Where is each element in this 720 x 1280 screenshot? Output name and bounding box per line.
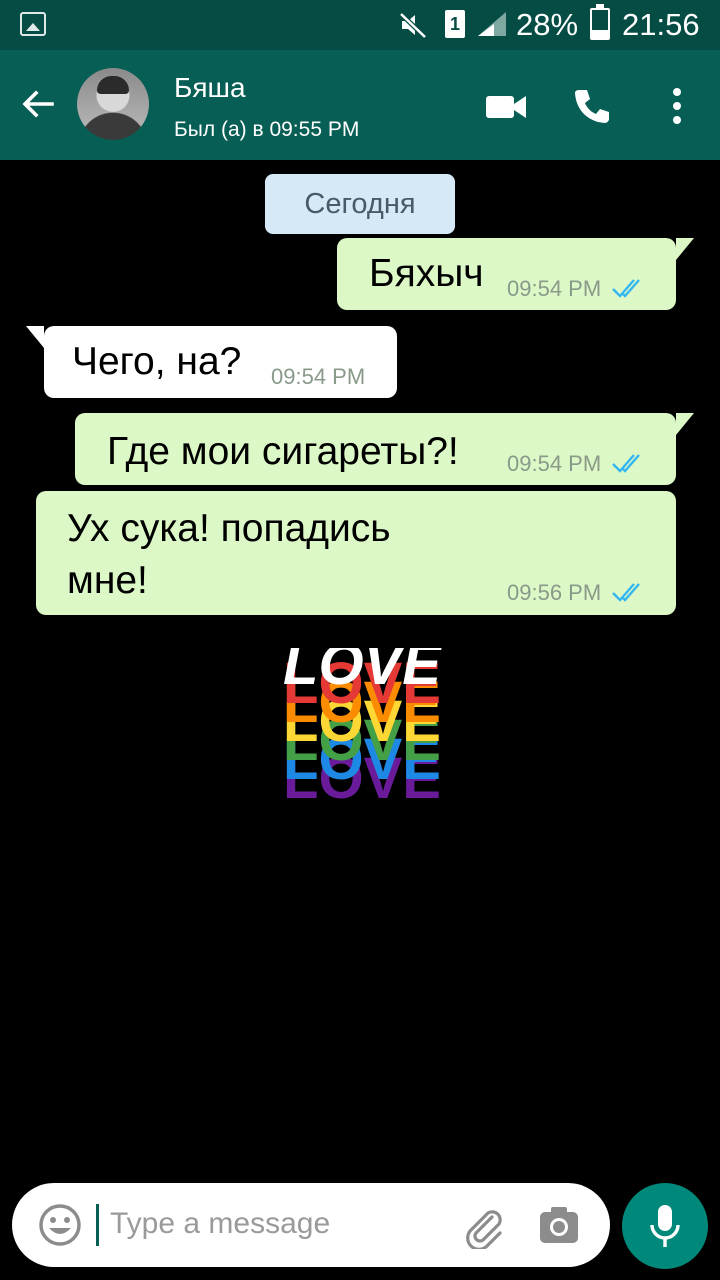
message-time: 09:54 PM xyxy=(507,451,602,476)
battery-percent: 28% xyxy=(516,7,579,42)
message-text: Бяхыч xyxy=(369,252,484,295)
message-time: 09:54 PM xyxy=(271,364,366,389)
last-seen-status: Был (а) в 09:55 PM xyxy=(174,118,360,141)
sim-icon: 1 xyxy=(445,10,465,38)
status-time: 21:56 xyxy=(622,7,700,42)
avatar[interactable] xyxy=(77,68,149,140)
message-text-line-1: Ух сука! попадись xyxy=(67,507,391,550)
back-arrow-icon[interactable] xyxy=(18,84,58,124)
message-bubble-outgoing[interactable]: Где мои сигареты?! 09:54 PM xyxy=(75,413,694,485)
sticker-text: LOVE xyxy=(283,648,443,697)
message-text-line-2: мне! xyxy=(67,559,148,602)
message-input[interactable]: Type a message xyxy=(110,1207,330,1241)
message-text: Чего, на? xyxy=(72,340,242,383)
contact-name[interactable]: Бяша xyxy=(174,72,246,104)
message-time: 09:56 PM xyxy=(507,580,602,605)
message-bubble-incoming[interactable]: Чего, на? 09:54 PM xyxy=(26,326,397,398)
status-bar: 1 28% 21:56 xyxy=(0,0,720,50)
message-time: 09:54 PM xyxy=(507,276,602,301)
mute-icon xyxy=(399,12,427,39)
more-vert-icon[interactable] xyxy=(664,86,690,126)
battery-icon xyxy=(590,4,610,40)
love-sticker[interactable]: LOVELOVELOVELOVELOVELOVELOVE xyxy=(255,648,470,808)
attach-icon[interactable] xyxy=(462,1205,506,1249)
emoji-icon[interactable] xyxy=(38,1203,82,1247)
message-bubble-outgoing[interactable]: Ух сука! попадись мне! 09:56 PM xyxy=(36,491,676,615)
mic-button[interactable] xyxy=(622,1183,708,1269)
video-call-icon[interactable] xyxy=(484,90,528,122)
chat-header: Бяша Был (а) в 09:55 PM xyxy=(0,50,720,160)
message-input-bar: Type a message xyxy=(12,1183,610,1267)
double-check-icon xyxy=(612,279,640,298)
message-bubble-outgoing[interactable]: Бяхыч 09:54 PM xyxy=(337,238,694,310)
gallery-icon xyxy=(20,12,46,36)
text-cursor xyxy=(96,1204,99,1246)
phone-icon[interactable] xyxy=(571,86,611,126)
double-check-icon xyxy=(612,454,640,473)
message-text: Где мои сигареты?! xyxy=(107,430,459,473)
camera-icon[interactable] xyxy=(538,1205,580,1245)
mic-icon xyxy=(650,1205,680,1247)
signal-icon xyxy=(478,12,506,36)
double-check-icon xyxy=(612,583,640,602)
date-chip: Сегодня xyxy=(265,174,455,234)
